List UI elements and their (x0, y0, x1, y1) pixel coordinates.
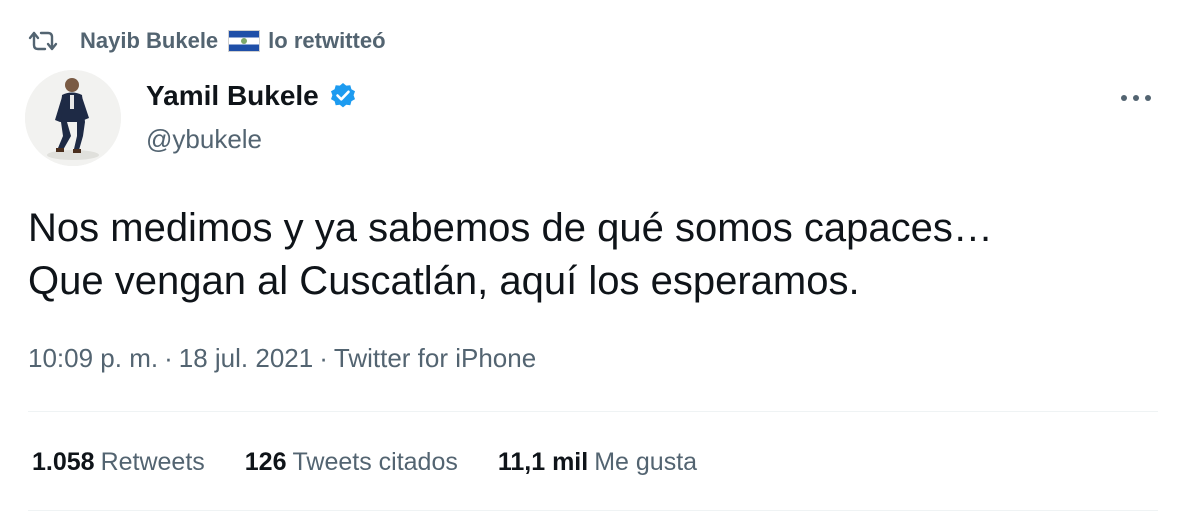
quote-tweets-stat[interactable]: 126 Tweets citados (245, 448, 458, 477)
divider (28, 411, 1158, 412)
retweets-stat[interactable]: 1.058 Retweets (32, 448, 205, 477)
tweet-date[interactable]: 18 jul. 2021 (179, 343, 313, 374)
author-name-row[interactable]: Yamil Bukele (146, 80, 357, 112)
retweets-label: Retweets (100, 448, 205, 476)
retweet-context: Nayib Bukele lo retwitteó (28, 24, 386, 58)
tweet-detail: Nayib Bukele lo retwitteó Yamil Bukele @… (0, 0, 1200, 518)
likes-count: 11,1 mil (497, 448, 589, 476)
avatar[interactable] (25, 70, 121, 166)
likes-label: Me gusta (594, 448, 698, 476)
more-options-icon[interactable] (1112, 80, 1160, 116)
tweet-stats: 1.058 Retweets 126 Tweets citados 11,1 mil… (32, 448, 737, 477)
tweet-text: Nos medimos y ya sabemos de qué somos ca… (28, 206, 993, 303)
tweet-metadata: 10:09 p. m. · 18 jul. 2021 · Twitter for… (28, 343, 536, 374)
quote-tweets-count: 126 (244, 448, 287, 476)
tweet-source[interactable]: Twitter for iPhone (334, 343, 536, 374)
likes-stat[interactable]: 11,1 mil Me gusta (498, 448, 697, 477)
quote-tweets-label: Tweets citados (292, 448, 458, 476)
author-name[interactable]: Yamil Bukele (146, 80, 319, 112)
retweet-action-text: lo retwitteó (268, 28, 386, 53)
tweet-time[interactable]: 10:09 p. m. (28, 343, 158, 374)
meta-separator: · (319, 343, 328, 373)
verified-badge-icon (329, 82, 357, 110)
retweet-icon (28, 27, 62, 55)
author-handle[interactable]: @ybukele (146, 124, 262, 155)
retweets-count: 1.058 (32, 448, 95, 476)
el-salvador-flag-icon (228, 30, 261, 52)
retweeter-name[interactable]: Nayib Bukele (80, 28, 218, 54)
divider (28, 510, 1158, 511)
meta-separator: · (164, 343, 173, 373)
